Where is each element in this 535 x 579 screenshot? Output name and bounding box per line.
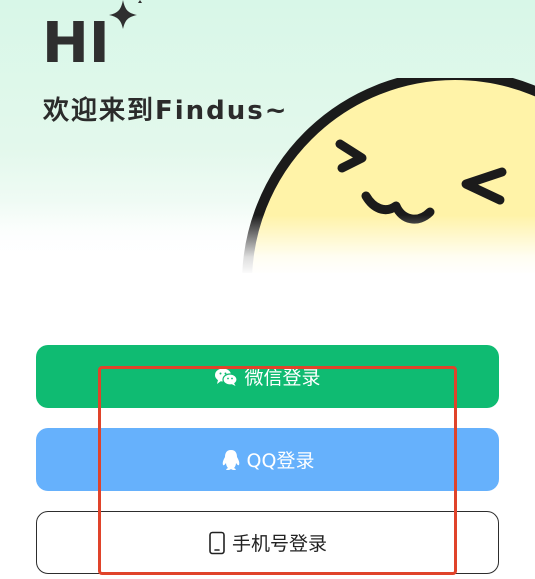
hero-fade [0,215,535,275]
hi-logo: HI [42,0,142,72]
hi-logo-text: HI [42,11,110,72]
sparkle-icon [109,0,137,29]
qq-login-label: QQ登录 [246,450,315,472]
wechat-icon [214,367,239,387]
qq-penguin-icon [221,449,241,471]
qq-login-button[interactable]: QQ登录 [36,428,499,491]
wechat-login-label: 微信登录 [244,367,321,389]
phone-login-label: 手机号登录 [231,533,327,555]
small-sparkle-icon [138,0,142,3]
phone-login-button[interactable]: 手机号登录 [36,511,499,574]
mobile-phone-icon [208,531,226,555]
wechat-login-button[interactable]: 微信登录 [36,345,499,408]
